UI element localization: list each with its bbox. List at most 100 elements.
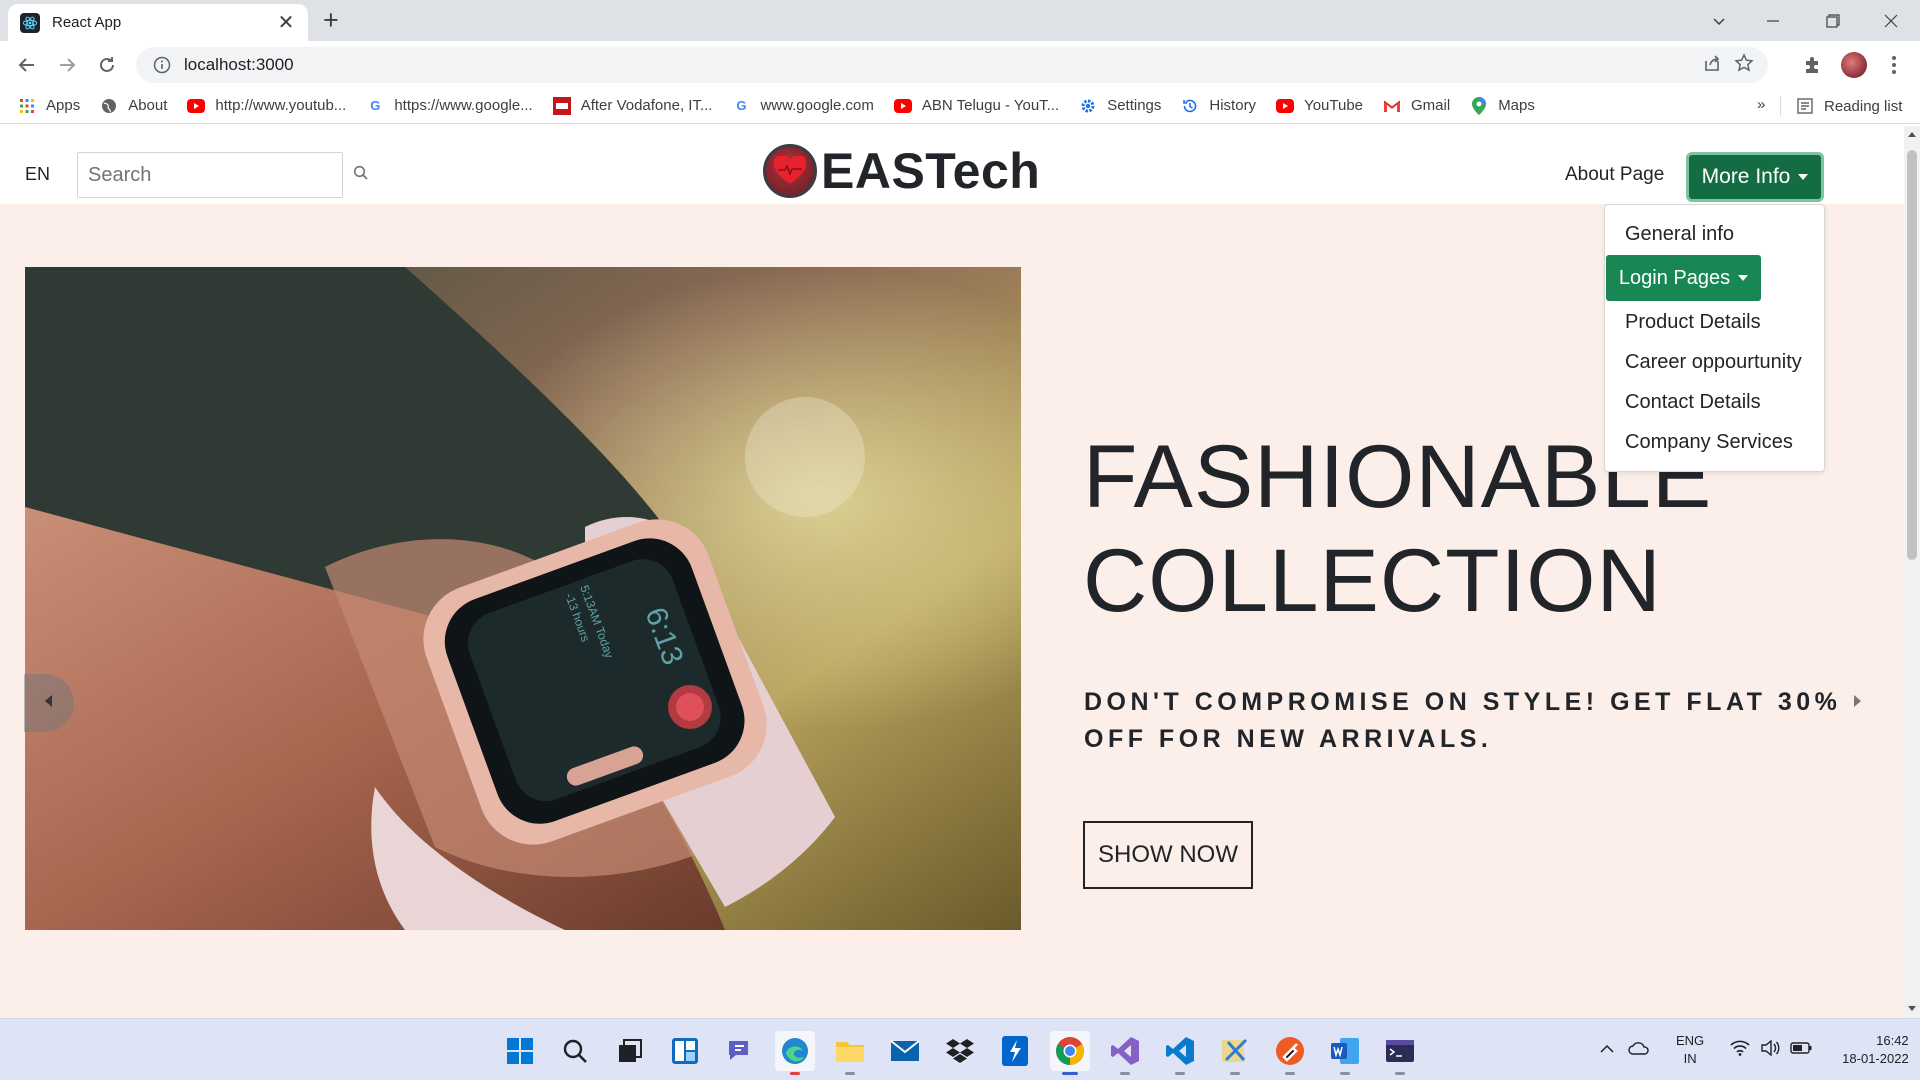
chrome-icon[interactable] (1050, 1031, 1090, 1075)
gmail-icon (1383, 97, 1401, 115)
battery-icon[interactable] (1790, 1041, 1812, 1059)
page-viewport: EN EASTech About Page More Info (0, 126, 1904, 1018)
bookmark-google-link[interactable]: G https://www.google... (366, 97, 532, 115)
bookmark-label: http://www.youtub... (215, 97, 347, 114)
chevron-up-icon[interactable] (1600, 1041, 1614, 1059)
history-icon (1181, 97, 1199, 115)
taskbar-indicator (790, 1072, 800, 1075)
tab-search-chevron-icon[interactable] (1690, 0, 1748, 41)
browser-toolbar: localhost:3000 (0, 41, 1920, 88)
reload-icon[interactable] (91, 49, 123, 81)
tab-close-icon[interactable]: ✕ (276, 13, 296, 33)
menu-item-career[interactable]: Career oppourtunity (1625, 351, 1802, 374)
bookmark-youtube[interactable]: YouTube (1276, 97, 1363, 115)
login-pages-dropdown-button[interactable]: Login Pages (1606, 255, 1761, 301)
bookmark-label: https://www.google... (394, 97, 533, 114)
taskbar-indicator (1062, 1072, 1078, 1075)
site-brand[interactable]: EASTech (763, 142, 1040, 200)
show-now-button[interactable]: SHOW NOW (1083, 821, 1253, 889)
window-close-icon[interactable] (1862, 0, 1920, 41)
more-info-dropdown-button[interactable]: More Info (1686, 152, 1824, 202)
reading-list-button[interactable]: Reading list (1796, 88, 1902, 124)
bookmark-abn-telugu[interactable]: ABN Telugu - YouT... (893, 97, 1060, 115)
chrome-menu-icon[interactable] (1878, 49, 1910, 81)
heart-logo-icon (763, 144, 817, 198)
hero-subtitle: DON'T COMPROMISE ON STYLE! GET FLAT 30% … (1084, 688, 1842, 753)
menu-item-company-services[interactable]: Company Services (1625, 431, 1793, 454)
mail-icon[interactable] (885, 1031, 925, 1071)
forward-arrow-icon[interactable] (51, 49, 83, 81)
address-bar[interactable]: localhost:3000 (136, 47, 1768, 83)
menu-item-product-details[interactable]: Product Details (1625, 311, 1761, 334)
about-page-link[interactable]: About Page (1565, 164, 1664, 186)
search-icon[interactable] (353, 165, 369, 186)
carousel-next-button[interactable] (1832, 674, 1882, 732)
bookmark-history[interactable]: History (1181, 97, 1256, 115)
widgets-icon[interactable] (665, 1031, 705, 1071)
bookmark-label: History (1209, 97, 1257, 114)
bookmark-vodafone-news[interactable]: After Vodafone, IT... (552, 96, 713, 115)
onedrive-cloud-icon[interactable] (1628, 1041, 1650, 1060)
postman-icon[interactable] (1270, 1031, 1310, 1075)
bookmarks-overflow-button[interactable]: » (1757, 96, 1765, 113)
visual-studio-icon[interactable] (1105, 1031, 1145, 1075)
restore-icon[interactable] (1804, 0, 1862, 41)
search-box[interactable] (77, 152, 368, 198)
profile-avatar[interactable] (1838, 49, 1870, 81)
scroll-up-icon[interactable] (1908, 132, 1916, 137)
extensions-puzzle-icon[interactable] (1796, 49, 1828, 81)
vscode-icon[interactable] (1160, 1031, 1200, 1075)
hero-title-line-2: COLLECTION (1083, 530, 1662, 630)
bookmark-gmail[interactable]: Gmail (1383, 97, 1450, 115)
taskbar-search-icon[interactable] (555, 1031, 595, 1071)
minimize-icon[interactable] (1744, 0, 1802, 41)
input-region: IN (1683, 1051, 1697, 1066)
site-navbar: EN EASTech About Page More Info (0, 126, 1904, 204)
bookmark-youtube-link[interactable]: http://www.youtub... (187, 97, 346, 115)
task-view-icon[interactable] (610, 1031, 650, 1071)
bookmark-maps[interactable]: Maps (1470, 96, 1535, 115)
url-text[interactable]: localhost:3000 (184, 55, 1702, 75)
bookmark-label: ABN Telugu - YouT... (921, 97, 1060, 114)
back-arrow-icon[interactable] (11, 49, 43, 81)
dropbox-icon[interactable] (940, 1031, 980, 1071)
taskbar-indicator (1230, 1072, 1240, 1075)
gear-icon (1079, 97, 1097, 115)
bookmark-star-icon[interactable] (1734, 52, 1754, 78)
snipping-tool-icon[interactable] (1215, 1031, 1255, 1075)
volume-icon[interactable] (1760, 1039, 1780, 1061)
clock[interactable]: 16:42 18-01-2022 (1842, 1032, 1909, 1068)
caret-right-icon (1852, 694, 1862, 712)
bookmark-about[interactable]: About (100, 97, 167, 115)
apps-grid-icon (18, 97, 36, 115)
teams-chat-icon[interactable] (720, 1031, 760, 1071)
edge-browser-icon[interactable] (775, 1031, 815, 1075)
bookmark-google-com[interactable]: G www.google.com (732, 97, 873, 115)
file-explorer-icon[interactable] (830, 1031, 870, 1075)
search-input[interactable] (88, 163, 353, 187)
input-language-indicator[interactable]: ENG IN (1676, 1032, 1704, 1068)
share-icon[interactable] (1702, 53, 1722, 78)
caret-down-icon (1738, 275, 1749, 281)
youtube-icon (893, 97, 912, 115)
clock-date: 18-01-2022 (1842, 1051, 1909, 1066)
new-tab-button[interactable]: + (323, 7, 339, 34)
menu-item-general-info[interactable]: General info (1625, 223, 1734, 246)
login-pages-label: Login Pages (1618, 266, 1731, 289)
site-info-icon[interactable] (146, 56, 178, 74)
caret-left-icon (44, 694, 54, 712)
word-icon[interactable] (1325, 1031, 1365, 1075)
terminal-icon[interactable] (1380, 1031, 1420, 1075)
bookmark-label: After Vodafone, IT... (580, 97, 713, 114)
scroll-down-icon[interactable] (1908, 1006, 1916, 1011)
bookmark-settings[interactable]: Settings (1079, 97, 1161, 115)
scroll-thumb[interactable] (1907, 150, 1917, 560)
wifi-icon[interactable] (1730, 1040, 1750, 1061)
windows-start-icon[interactable] (500, 1031, 540, 1071)
language-selector[interactable]: EN (25, 164, 50, 185)
menu-item-contact-details[interactable]: Contact Details (1625, 391, 1761, 414)
page-scrollbar[interactable] (1904, 126, 1920, 1018)
bookmark-apps[interactable]: Apps (18, 97, 80, 115)
browser-tab[interactable]: React App ✕ (8, 4, 308, 41)
power-automate-icon[interactable] (995, 1031, 1035, 1071)
